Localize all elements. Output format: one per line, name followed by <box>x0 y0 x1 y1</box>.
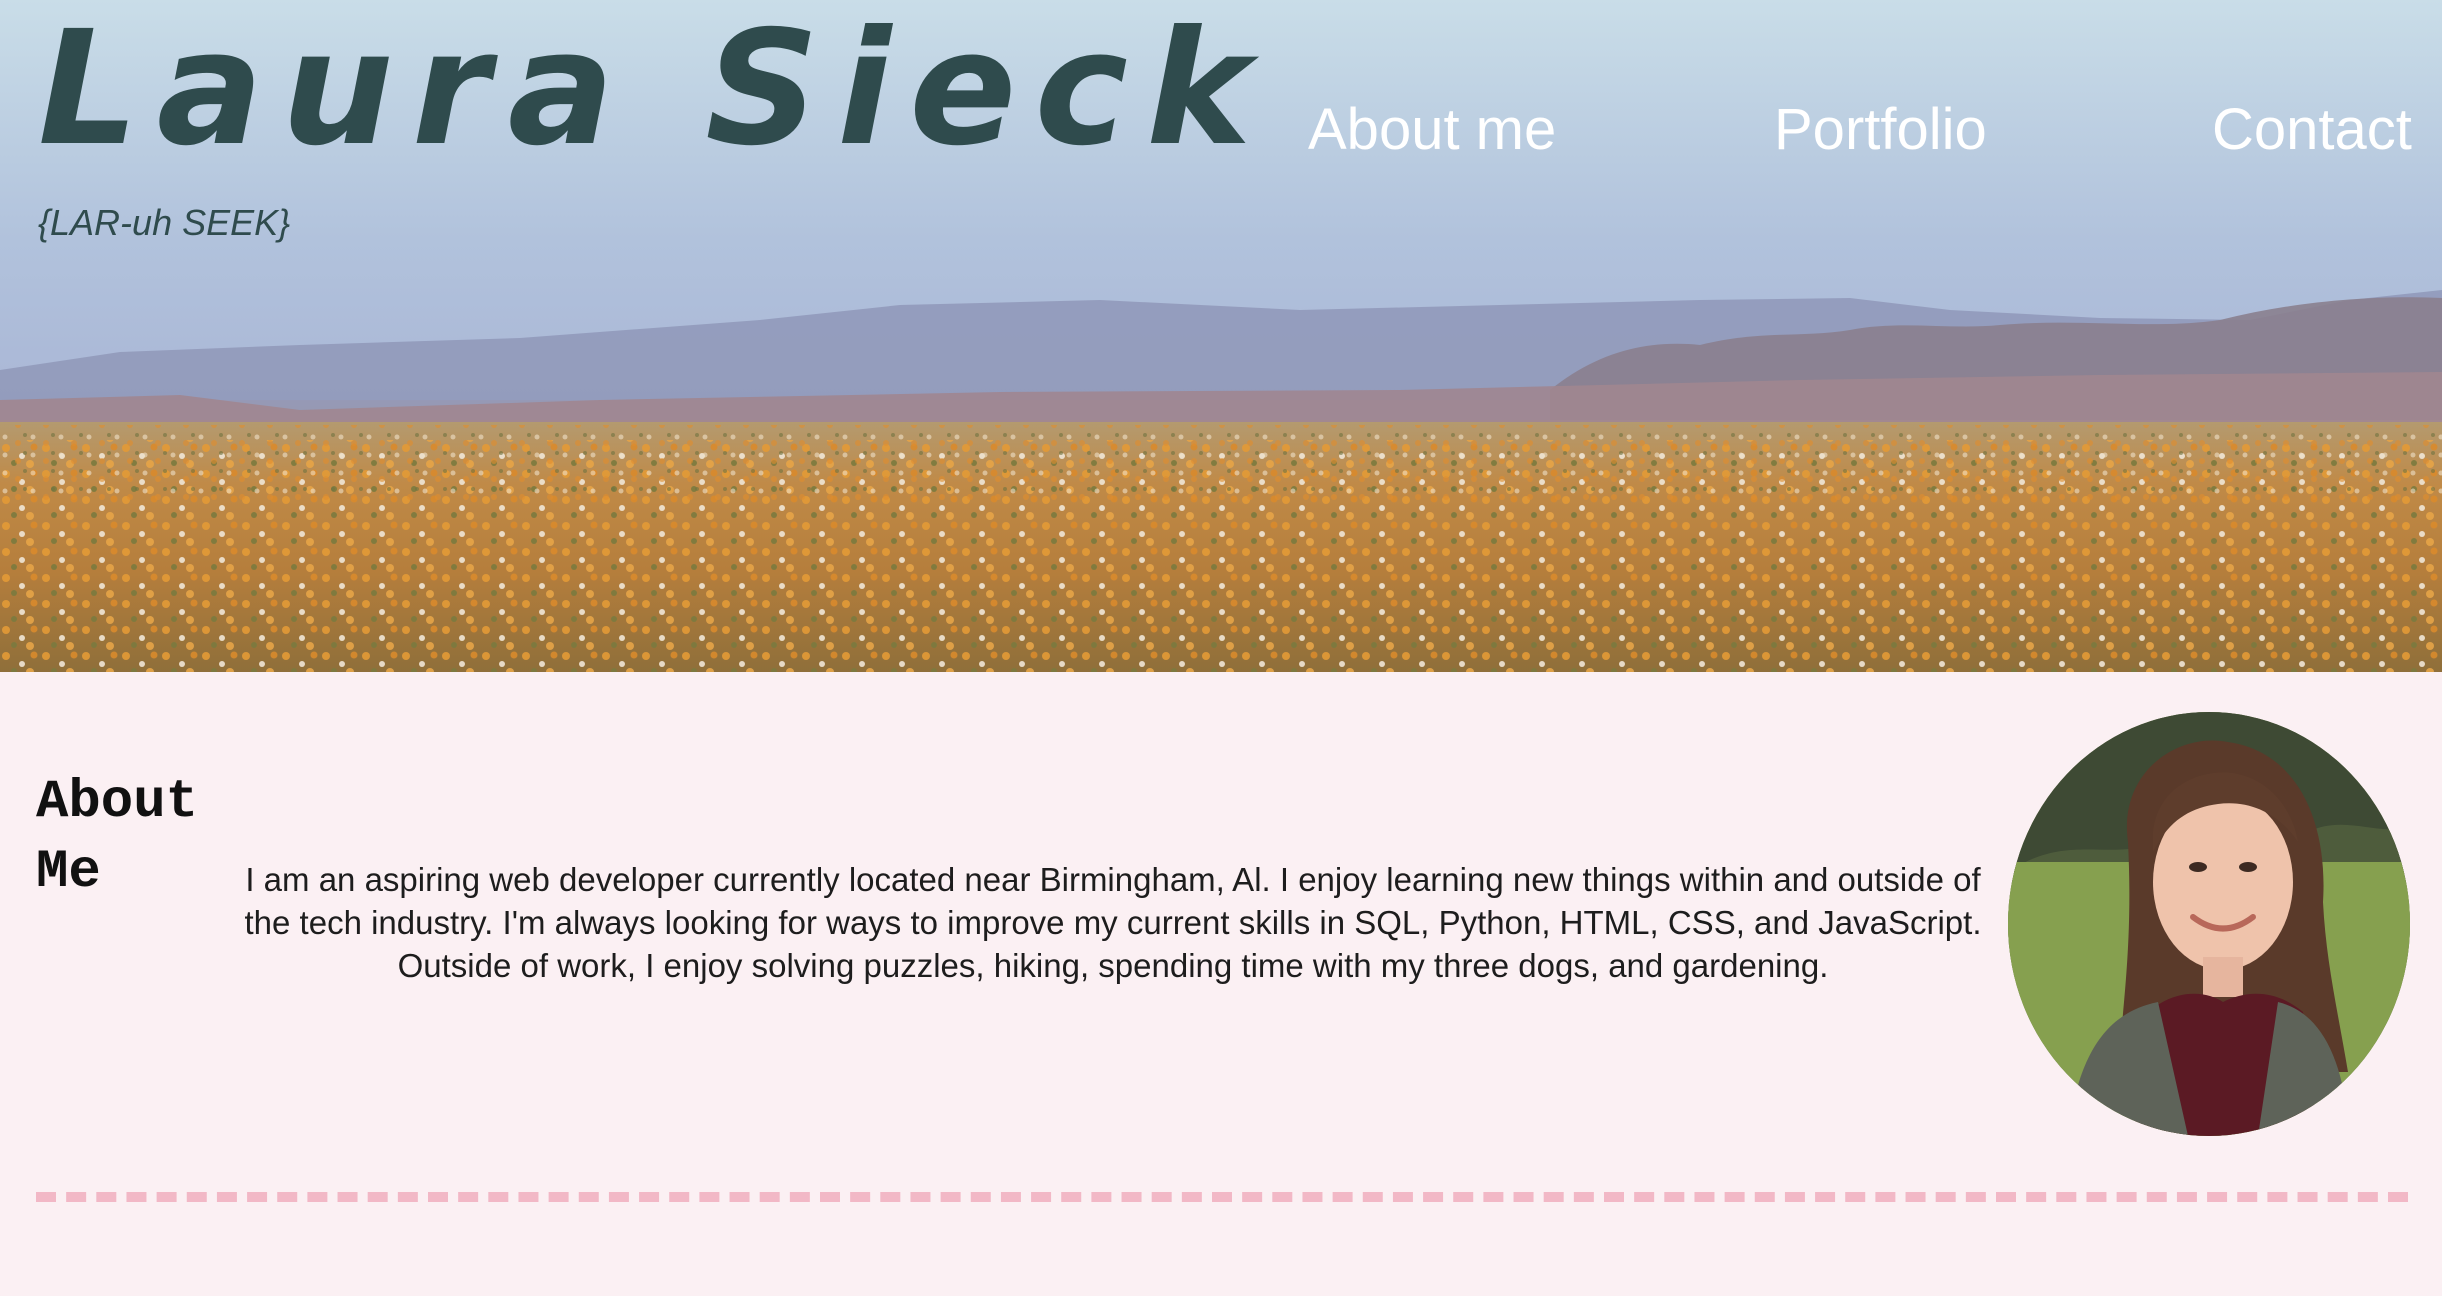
nav-link-about-me[interactable]: About me <box>1308 96 1556 163</box>
section-divider <box>36 1192 2408 1202</box>
nav-link-portfolio[interactable]: Portfolio <box>1774 96 1987 163</box>
nav-link-contact[interactable]: Contact <box>2212 96 2412 163</box>
about-paragraph: I am an aspiring web developer currently… <box>244 861 1982 984</box>
about-heading: About Me <box>36 772 199 903</box>
site-title: Laura Sieck <box>38 0 1270 181</box>
profile-photo <box>2008 712 2410 1136</box>
profile-photo-illustration <box>2008 712 2410 1136</box>
name-pronunciation: {LAR-uh SEEK} <box>38 202 291 243</box>
hero-banner: Laura Sieck {LAR-uh SEEK} About me Portf… <box>0 0 2442 672</box>
